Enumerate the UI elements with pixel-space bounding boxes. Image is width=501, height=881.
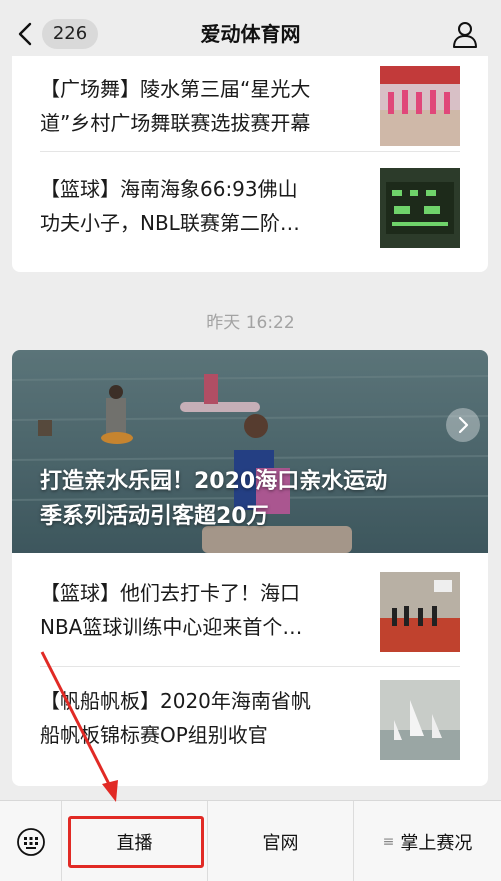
annotation-arrow-icon [40, 651, 118, 802]
